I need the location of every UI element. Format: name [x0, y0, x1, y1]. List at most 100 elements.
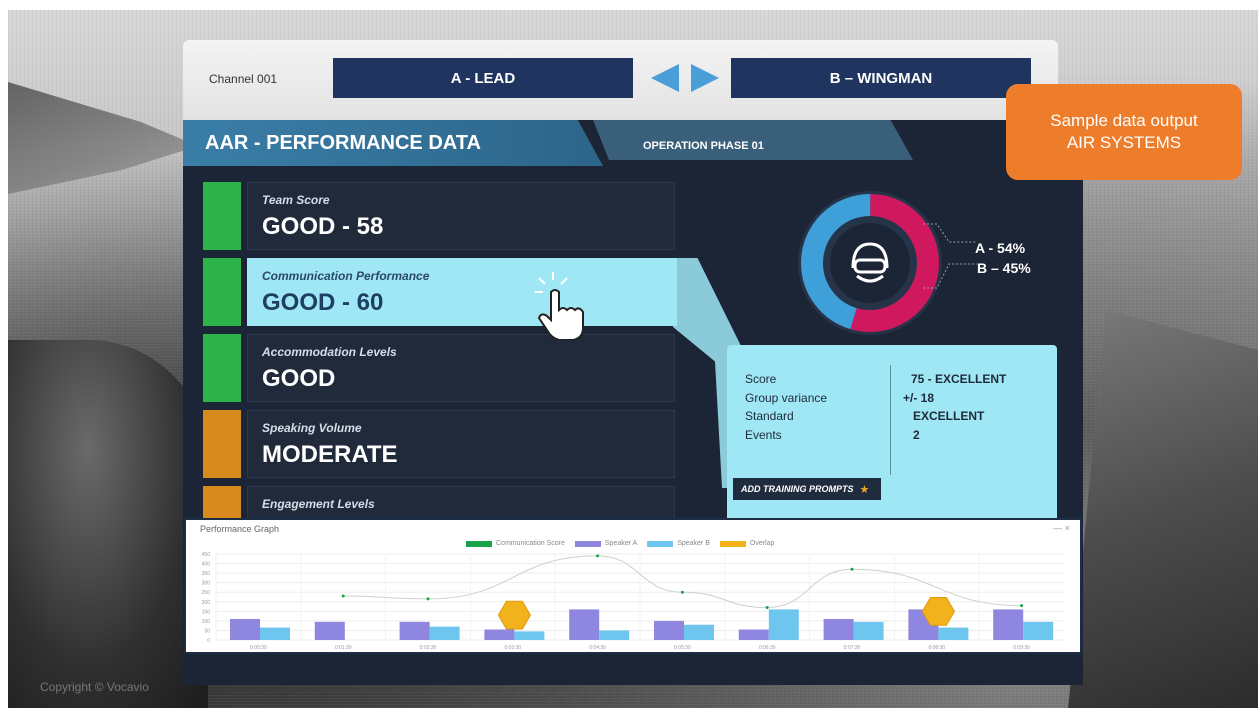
add-training-prompts-button[interactable]: ADD TRAINING PROMPTS ★ — [733, 478, 881, 500]
wingman-label: B – WINGMAN — [829, 69, 933, 87]
x-tick-label: 0:03:30 — [504, 645, 521, 651]
training-button-label: ADD TRAINING PROMPTS — [741, 484, 854, 494]
events-label: Events — [745, 428, 782, 442]
communication-score-point — [680, 590, 684, 594]
x-tick-label: 0:02:30 — [420, 645, 437, 651]
lead-selector[interactable]: A - LEAD — [333, 58, 633, 98]
bar-speaker-a — [314, 621, 345, 640]
graph-title: Performance Graph — [200, 524, 280, 534]
bar-speaker-a — [738, 629, 769, 640]
bar-speaker-a — [823, 618, 854, 640]
window-controls[interactable]: — × — [1053, 523, 1070, 533]
bar-speaker-b — [1023, 621, 1054, 640]
metric-label: Team Score — [262, 193, 330, 207]
legend-label: Speaker A — [604, 540, 638, 547]
communication-score-point — [426, 597, 430, 601]
y-tick-label: 300 — [202, 581, 211, 587]
y-tick-label: 400 — [202, 562, 211, 568]
legend-label: Overlap — [749, 540, 775, 547]
communication-score-point — [341, 594, 345, 598]
y-tick-label: 250 — [202, 590, 211, 596]
score-label: Score — [745, 372, 777, 386]
metric-card-team-score[interactable]: Team Score GOOD - 58 — [203, 182, 675, 250]
overlap-marker — [497, 600, 531, 630]
metric-label: Communication Performance — [262, 269, 430, 283]
y-tick-label: 0 — [207, 638, 210, 644]
bar-speaker-b — [429, 626, 460, 640]
metric-body: Accommodation Levels GOOD — [247, 334, 675, 402]
channel-header: Channel 001 A - LEAD B – WINGMAN — [183, 40, 1058, 120]
swap-arrows-icon[interactable] — [651, 64, 719, 92]
star-icon: ★ — [859, 483, 870, 496]
x-tick-label: 0:00:30 — [250, 645, 267, 651]
canopy-frame — [1068, 310, 1258, 708]
metric-body: Communication Performance GOOD - 60 — [247, 258, 677, 326]
standard-value: EXCELLENT — [913, 409, 985, 423]
wingman-selector[interactable]: B – WINGMAN — [731, 58, 1031, 98]
performance-chart: 0 50 100 150 200 250 300 350 400 450 0:00:30 0:01:3… — [202, 552, 1064, 651]
bar-speaker-b — [684, 624, 714, 640]
metric-value: GOOD - 58 — [262, 213, 384, 240]
y-tick-label: 50 — [204, 628, 210, 634]
metric-card-speaking-volume[interactable]: Speaking Volume MODERATE — [203, 410, 675, 478]
x-tick-label: 0:04:30 — [589, 645, 606, 651]
pilot-silhouette — [8, 340, 208, 708]
communication-score-point — [1020, 604, 1024, 608]
status-flag — [203, 410, 241, 478]
metric-card-accommodation[interactable]: Accommodation Levels GOOD — [203, 334, 675, 402]
bar-speaker-b — [599, 630, 630, 640]
events-value: 2 — [913, 428, 920, 442]
callout-line-2: AIR SYSTEMS — [1066, 133, 1182, 152]
metric-body: Speaking Volume MODERATE — [247, 410, 675, 478]
graph-legend: Communication Score Speaker A Speaker B … — [466, 540, 774, 547]
metric-label: Accommodation Levels — [262, 345, 397, 359]
legend-item[interactable]: Communication Score — [466, 540, 565, 547]
x-tick-label: 0:05:30 — [674, 645, 691, 651]
performance-graph-window: Performance Graph — × Communication Scor… — [184, 518, 1082, 654]
x-tick-label: 0:07:30 — [844, 645, 861, 651]
y-tick-label: 450 — [202, 552, 211, 558]
legend-swatch — [574, 540, 601, 547]
phase-label[interactable]: OPERATION PHASE 01 — [643, 140, 764, 152]
bar-speaker-a — [399, 621, 430, 640]
bar-speaker-b — [938, 627, 969, 640]
y-tick-label: 150 — [202, 609, 211, 615]
metric-label: Engagement Levels — [262, 497, 375, 511]
x-tick-label: 0:08:30 — [928, 645, 945, 651]
metric-label: Speaking Volume — [262, 421, 362, 435]
score-value: 75 - EXCELLENT — [911, 372, 1007, 386]
legend-item[interactable]: Speaker B — [647, 540, 710, 547]
legend-item[interactable]: Overlap — [719, 540, 775, 547]
legend-swatch — [719, 540, 746, 547]
legend-item[interactable]: Speaker A — [574, 540, 638, 547]
x-tick-label: 0:01:30 — [335, 645, 352, 651]
bar-speaker-b — [260, 627, 290, 640]
metric-card-communication[interactable]: Communication Performance GOOD - 60 — [203, 258, 677, 326]
bar-speaker-a — [569, 609, 600, 640]
legend-label: Speaker B — [677, 540, 710, 547]
speaker-b-share: B – 45% — [977, 260, 1031, 276]
bar-speaker-a — [230, 618, 260, 640]
speaker-a-share: A - 54% — [975, 240, 1026, 256]
donut-leader-lines — [923, 223, 977, 289]
channel-label: Channel 001 — [209, 72, 278, 86]
sample-data-callout: Sample data output AIR SYSTEMS — [1006, 84, 1242, 180]
y-tick-label: 200 — [202, 600, 211, 606]
copyright-text: Copyright © Vocavio — [40, 680, 149, 694]
bar-speaker-a — [993, 609, 1024, 640]
metric-value: GOOD - 60 — [262, 289, 384, 316]
communication-score-point — [596, 554, 600, 558]
lead-label: A - LEAD — [450, 69, 516, 87]
callout-line-1: Sample data output — [1050, 111, 1198, 130]
fighter-jet-silhouette — [8, 82, 198, 194]
metric-body: Team Score GOOD - 58 — [247, 182, 675, 250]
detail-divider — [890, 365, 891, 475]
x-tick-label: 0:06:30 — [759, 645, 776, 651]
bar-speaker-b — [514, 631, 545, 640]
y-tick-label: 350 — [202, 571, 211, 577]
status-flag — [203, 334, 241, 402]
legend-label: Communication Score — [496, 540, 565, 547]
panel-title: AAR - PERFORMANCE DATA — [205, 132, 481, 154]
status-flag — [203, 182, 241, 250]
communication-score-point — [850, 567, 854, 571]
